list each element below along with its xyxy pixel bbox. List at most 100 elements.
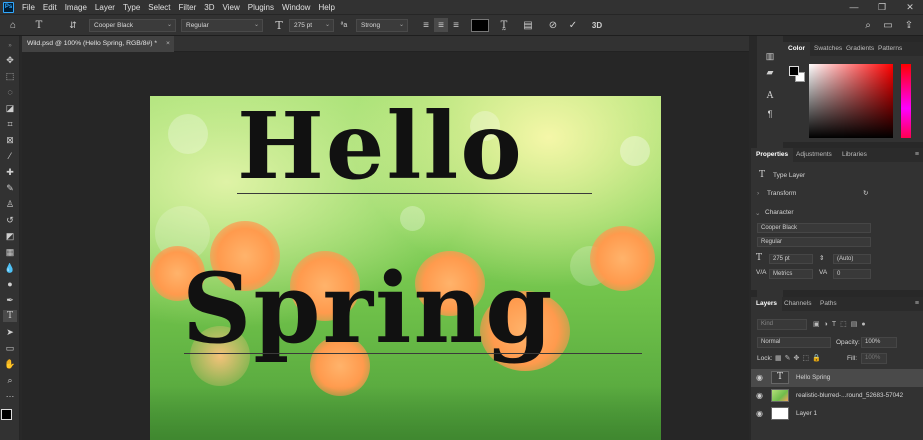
- hand-tool-icon[interactable]: ✋: [3, 358, 17, 370]
- tab-properties[interactable]: Properties: [751, 148, 794, 162]
- menu-plugins[interactable]: Plugins: [244, 3, 278, 12]
- text-color-swatch[interactable]: [471, 19, 489, 32]
- character-chevron-icon[interactable]: ⌄: [755, 209, 760, 217]
- blend-mode-select[interactable]: Normal: [757, 337, 831, 348]
- canvas-text-hello[interactable]: Hello: [237, 92, 524, 200]
- tab-libraries[interactable]: Libraries: [837, 148, 872, 162]
- layer-filter-icons[interactable]: ▣◑T⬚▤●: [813, 320, 870, 328]
- properties-kerning[interactable]: Metrics: [769, 269, 813, 279]
- search-icon[interactable]: ⌕: [861, 18, 875, 32]
- paragraph-panel-icon[interactable]: ¶: [763, 108, 777, 120]
- layer-filter-input[interactable]: Kind: [757, 319, 807, 330]
- menu-select[interactable]: Select: [144, 3, 174, 12]
- hue-slider[interactable]: [901, 64, 911, 138]
- color-field[interactable]: [809, 64, 893, 138]
- gradient-tool-icon[interactable]: ▦: [3, 246, 17, 258]
- lock-icons[interactable]: ▦✎✥⬚🔒: [775, 354, 824, 362]
- document-tab[interactable]: Wild.psd @ 100% (Hello Spring, RGB/8#) *…: [22, 36, 174, 52]
- marquee-tool-icon[interactable]: ⬚: [3, 70, 17, 82]
- antialias-select[interactable]: Strong ⌄: [356, 19, 408, 32]
- foreground-color-swatch[interactable]: [1, 409, 12, 420]
- layers-panel-menu-icon[interactable]: ≡: [915, 297, 919, 311]
- toolbar-collapse-icon[interactable]: »: [3, 40, 17, 52]
- menu-layer[interactable]: Layer: [91, 3, 119, 12]
- layer-row-layer-1[interactable]: ◉ Layer 1: [751, 405, 923, 423]
- clone-stamp-tool-icon[interactable]: ♙: [3, 198, 17, 210]
- align-center-icon[interactable]: ≡: [434, 18, 448, 32]
- brush-tool-icon[interactable]: ✎: [3, 182, 17, 194]
- tab-layers[interactable]: Layers: [751, 297, 782, 311]
- tab-patterns[interactable]: Patterns: [873, 42, 907, 56]
- menu-file[interactable]: File: [18, 3, 39, 12]
- share-icon[interactable]: ⇪: [902, 18, 916, 32]
- character-section-label[interactable]: Character: [765, 209, 794, 216]
- path-selection-tool-icon[interactable]: ➤: [3, 326, 17, 338]
- menu-view[interactable]: View: [219, 3, 244, 12]
- close-window-button[interactable]: ✕: [900, 0, 920, 14]
- commit-edit-icon[interactable]: ✓: [566, 18, 580, 32]
- character-panel-icon[interactable]: ▤: [521, 18, 535, 32]
- frame-tool-icon[interactable]: ⊠: [3, 134, 17, 146]
- warp-text-icon[interactable]: T̰: [497, 18, 511, 32]
- tab-adjustments[interactable]: Adjustments: [791, 148, 837, 162]
- font-family-select[interactable]: Cooper Black ⌄: [89, 19, 176, 32]
- move-tool-icon[interactable]: ✥: [3, 54, 17, 66]
- text-orientation-icon[interactable]: ⇵: [66, 18, 80, 32]
- more-tools-icon[interactable]: …: [3, 388, 17, 400]
- minimize-button[interactable]: —: [844, 0, 864, 14]
- object-select-tool-icon[interactable]: ◪: [3, 102, 17, 114]
- rectangle-tool-icon[interactable]: ▭: [3, 342, 17, 354]
- font-style-select[interactable]: Regular ⌄: [181, 19, 263, 32]
- menu-type[interactable]: Type: [119, 3, 144, 12]
- 3d-icon[interactable]: 3D: [590, 18, 604, 32]
- opacity-input[interactable]: 100%: [861, 337, 897, 348]
- layer-row-hello-spring[interactable]: ◉ T Hello Spring: [751, 369, 923, 387]
- properties-font-style[interactable]: Regular: [757, 237, 871, 247]
- zoom-tool-icon[interactable]: ⌕: [3, 374, 17, 386]
- canvas-text-spring[interactable]: Spring: [182, 252, 554, 365]
- menu-window[interactable]: Window: [278, 3, 314, 12]
- properties-font-family[interactable]: Cooper Black: [757, 223, 871, 233]
- menu-help[interactable]: Help: [314, 3, 338, 12]
- healing-brush-tool-icon[interactable]: ✚: [3, 166, 17, 178]
- comments-panel-icon[interactable]: ▰: [763, 66, 777, 78]
- visibility-eye-icon[interactable]: ◉: [756, 409, 763, 418]
- home-icon[interactable]: ⌂: [6, 18, 20, 32]
- eyedropper-tool-icon[interactable]: ⁄: [3, 150, 17, 162]
- properties-leading[interactable]: (Auto): [833, 254, 871, 264]
- reset-transform-icon[interactable]: ↻: [863, 189, 868, 197]
- menu-edit[interactable]: Edit: [39, 3, 61, 12]
- font-size-select[interactable]: 275 pt ⌄: [289, 19, 334, 32]
- character-panel-icon[interactable]: A: [763, 90, 777, 102]
- dodge-tool-icon[interactable]: ●: [3, 278, 17, 290]
- workspace-icon[interactable]: ▭: [881, 18, 895, 32]
- foreground-color-chip[interactable]: [789, 66, 799, 76]
- type-tool-preset-icon[interactable]: T: [32, 18, 46, 32]
- menu-3d[interactable]: 3D: [200, 3, 218, 12]
- eraser-tool-icon[interactable]: ◩: [3, 230, 17, 242]
- blur-tool-icon[interactable]: 💧: [3, 262, 17, 274]
- align-left-icon[interactable]: ≡: [419, 18, 433, 32]
- properties-tracking[interactable]: 0: [833, 269, 871, 279]
- properties-font-size[interactable]: 275 pt: [769, 254, 813, 264]
- menu-filter[interactable]: Filter: [175, 3, 201, 12]
- menu-image[interactable]: Image: [61, 3, 91, 12]
- visibility-eye-icon[interactable]: ◉: [756, 391, 763, 400]
- tab-color[interactable]: Color: [783, 42, 810, 56]
- history-brush-tool-icon[interactable]: ↺: [3, 214, 17, 226]
- close-document-icon[interactable]: ×: [166, 36, 170, 52]
- align-right-icon[interactable]: ≡: [449, 18, 463, 32]
- type-tool-icon[interactable]: T: [3, 310, 17, 322]
- tab-paths[interactable]: Paths: [815, 297, 842, 311]
- crop-tool-icon[interactable]: ⌗: [3, 118, 17, 130]
- layer-row-background-image[interactable]: ◉ realistic-blurred-...round_52683-57042: [751, 387, 923, 405]
- tab-channels[interactable]: Channels: [779, 297, 816, 311]
- history-panel-icon[interactable]: ▥: [763, 50, 777, 62]
- transform-chevron-icon[interactable]: ›: [757, 190, 759, 197]
- transform-section-label[interactable]: Transform: [767, 190, 796, 197]
- restore-button[interactable]: ❐: [872, 0, 892, 14]
- pen-tool-icon[interactable]: ✒: [3, 294, 17, 306]
- lasso-tool-icon[interactable]: ◌: [3, 86, 17, 98]
- fill-input[interactable]: 100%: [861, 353, 887, 364]
- cancel-edit-icon[interactable]: ⊘: [546, 18, 560, 32]
